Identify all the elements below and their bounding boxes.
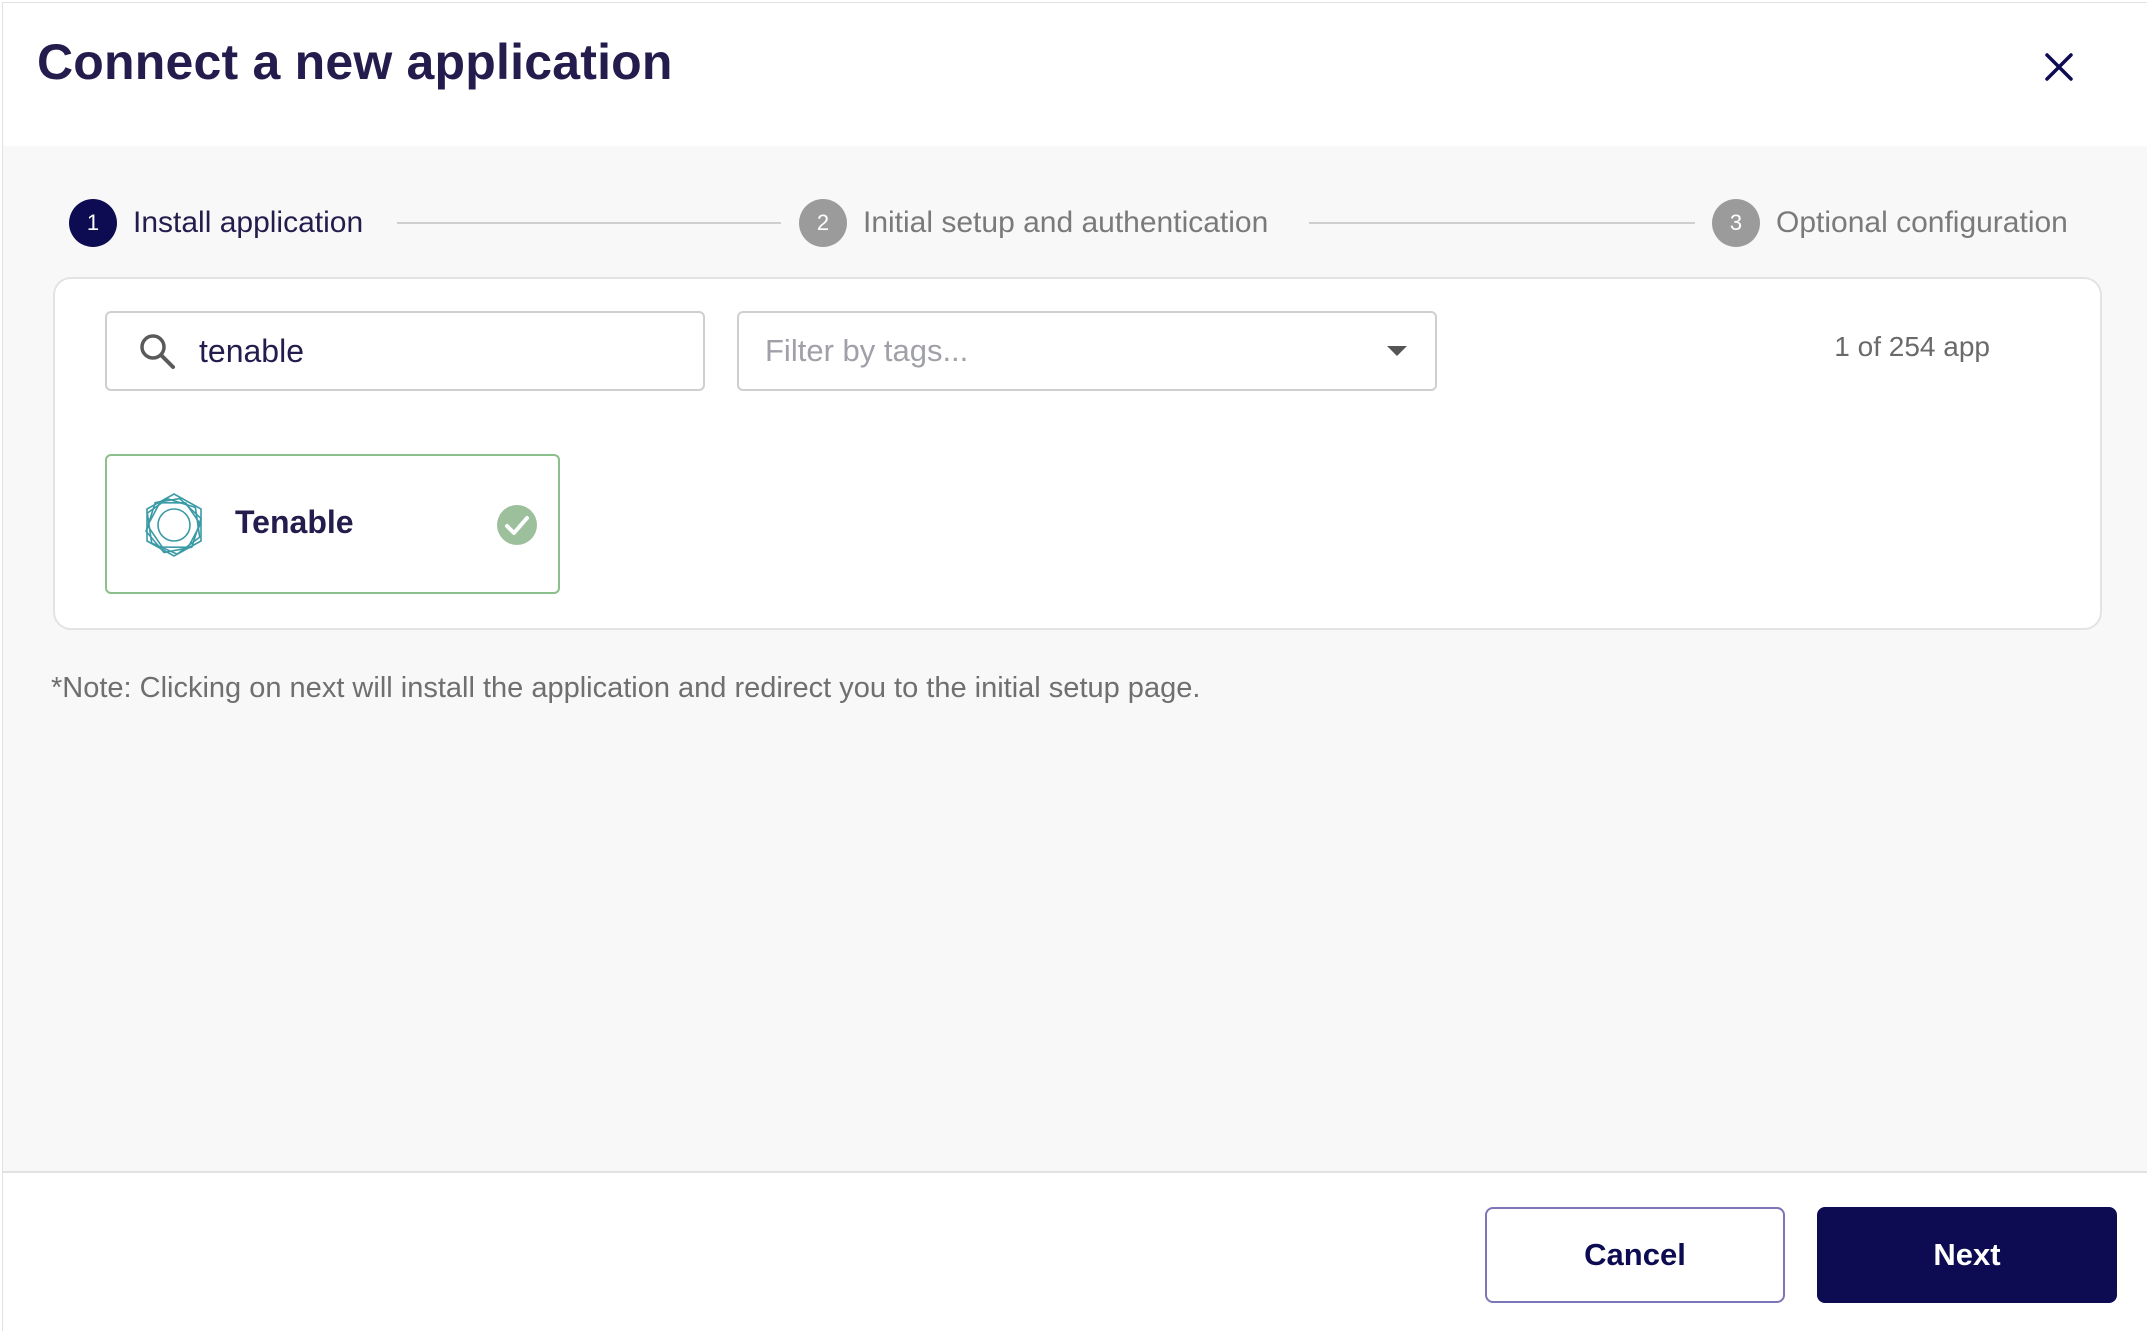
cancel-button[interactable]: Cancel (1485, 1207, 1785, 1303)
step-connector (397, 222, 781, 224)
connect-application-dialog: Connect a new application 1 Install appl… (2, 2, 2147, 1334)
stepper: 1 Install application 2 Initial setup an… (69, 198, 2089, 248)
search-icon (140, 334, 175, 369)
search-field[interactable] (105, 311, 705, 391)
step-number: 2 (799, 199, 847, 247)
dialog-footer: Cancel Next (3, 1171, 2147, 1334)
results-count: 1 of 254 app (1834, 331, 1990, 362)
dialog-header: Connect a new application (3, 3, 2147, 146)
close-icon (2045, 53, 2073, 81)
step-connector (1309, 222, 1695, 224)
close-button[interactable] (2031, 39, 2087, 95)
tenable-logo-icon (145, 493, 202, 557)
app-card-tenable[interactable]: Tenable (105, 454, 560, 594)
check-circle-icon (497, 505, 537, 545)
app-name: Tenable (235, 504, 354, 540)
step-optional-configuration: 3 Optional configuration (1712, 198, 2068, 248)
step-initial-setup: 2 Initial setup and authentication (799, 198, 1268, 248)
chevron-down-icon[interactable] (1387, 346, 1407, 356)
app-selection-panel: Filter by tags... 1 of 254 app Tenable (53, 277, 2102, 630)
step-label: Initial setup and authentication (863, 206, 1269, 239)
dialog-body: 1 Install application 2 Initial setup an… (3, 146, 2147, 1171)
next-button[interactable]: Next (1817, 1207, 2117, 1303)
filter-by-tags-dropdown[interactable]: Filter by tags... (737, 311, 1437, 391)
install-note: *Note: Clicking on next will install the… (51, 672, 1201, 704)
step-install-application: 1 Install application (69, 198, 363, 248)
search-input[interactable] (197, 331, 681, 371)
step-number: 1 (69, 199, 117, 247)
step-label: Optional configuration (1776, 206, 2068, 239)
filter-placeholder: Filter by tags... (765, 333, 969, 368)
dialog-title: Connect a new application (37, 34, 673, 90)
step-number: 3 (1712, 199, 1760, 247)
step-label: Install application (133, 206, 364, 239)
